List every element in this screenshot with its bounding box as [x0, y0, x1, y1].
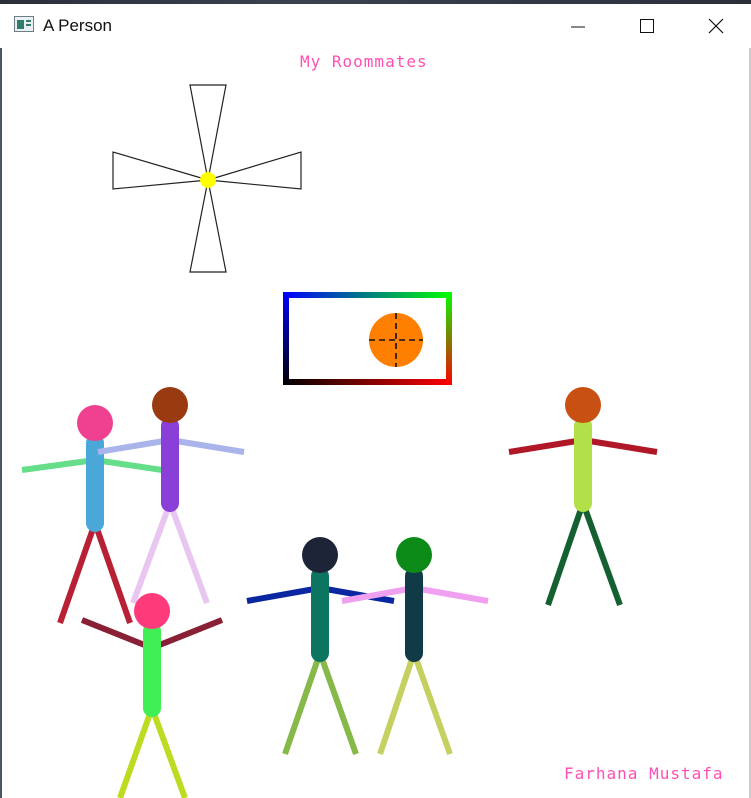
pinwheel	[112, 84, 302, 273]
frame-left-edge	[283, 292, 289, 385]
figure-head	[152, 387, 188, 423]
figure-right-leg	[149, 706, 188, 798]
stick-figure	[80, 593, 224, 798]
close-icon	[708, 18, 724, 34]
figure-right-arm	[582, 437, 658, 455]
figure-left-leg	[117, 706, 155, 798]
figure-left-arm	[97, 437, 171, 455]
stick-figures	[21, 387, 658, 798]
figure-right-leg	[580, 501, 623, 607]
figure-left-leg	[130, 501, 173, 605]
minimize-icon	[571, 26, 585, 28]
figure-right-leg	[317, 651, 359, 756]
figure-head	[396, 537, 432, 573]
figure-right-arm	[413, 585, 489, 604]
stick-figure	[246, 537, 395, 756]
figure-right-leg	[411, 651, 453, 756]
frame-right-edge	[446, 292, 452, 385]
minimize-button[interactable]	[543, 4, 613, 48]
frame-top-edge	[283, 292, 452, 298]
stick-figure	[508, 387, 658, 607]
figure-left-leg	[545, 502, 586, 606]
figure-right-leg	[92, 522, 133, 624]
canvas-signature: Farhana Mustafa	[564, 764, 724, 783]
figure-head	[77, 405, 113, 441]
drawing-canvas	[0, 48, 751, 798]
figure-left-arm	[21, 457, 96, 473]
figure-left-leg	[282, 652, 323, 755]
figure-head	[134, 593, 170, 629]
pinwheel-blade-right	[207, 151, 302, 190]
canvas-heading: My Roommates	[300, 52, 428, 71]
maximize-icon	[640, 19, 654, 33]
figure-right-leg	[167, 501, 210, 605]
pinwheel-blade-top	[189, 84, 227, 181]
stick-figure	[97, 387, 245, 605]
figure-left-arm	[246, 585, 321, 604]
figure-left-leg	[377, 652, 417, 755]
app-window-icon[interactable]	[14, 16, 34, 32]
close-button[interactable]	[681, 4, 751, 48]
title-bar[interactable]: A Person	[0, 4, 751, 48]
stick-figure	[341, 537, 489, 756]
frame-bottom-edge	[283, 379, 452, 385]
orange-ball	[369, 313, 423, 367]
maximize-button[interactable]	[612, 4, 682, 48]
scene-svg	[21, 84, 658, 798]
figure-head	[302, 537, 338, 573]
stick-figure	[21, 405, 163, 624]
left-window-border	[0, 48, 2, 798]
gradient-frame	[283, 292, 452, 385]
pinwheel-blade-bottom	[189, 179, 227, 273]
figure-left-leg	[57, 522, 98, 624]
figure-head	[565, 387, 601, 423]
pinwheel-hub	[200, 172, 216, 188]
figure-right-arm	[94, 457, 163, 473]
window-title: A Person	[43, 16, 112, 35]
figure-left-arm	[508, 437, 584, 455]
pinwheel-blade-left	[112, 151, 209, 190]
figure-right-arm	[169, 437, 245, 455]
